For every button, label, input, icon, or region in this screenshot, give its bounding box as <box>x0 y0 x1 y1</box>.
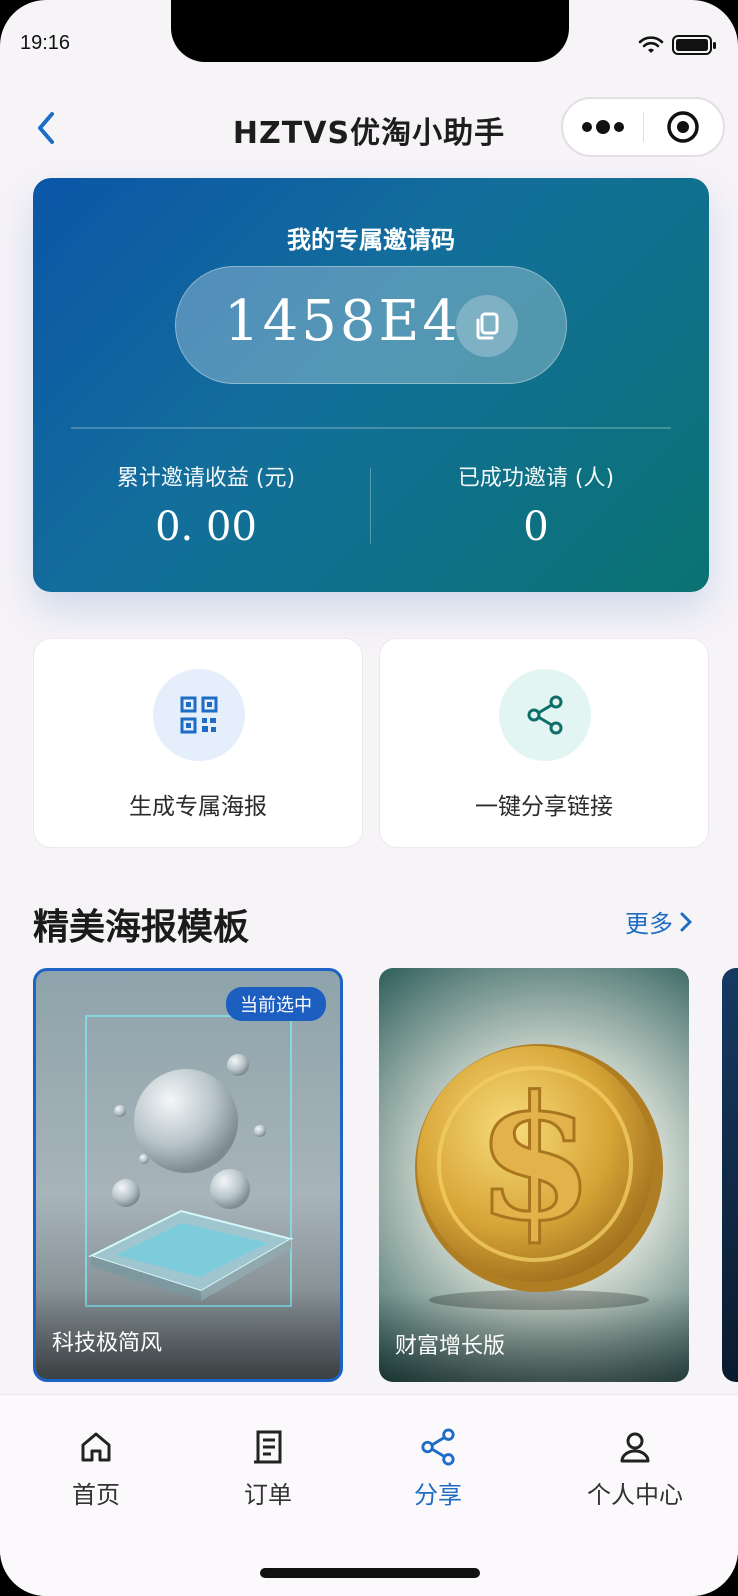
stat-invited-value: 0 <box>523 504 549 550</box>
action-icon-bg <box>153 669 245 761</box>
tab-home-label: 首页 <box>72 1481 120 1509</box>
template-card-tech[interactable]: 当前选中 科技极简风 <box>33 968 343 1382</box>
share-link-label: 一键分享链接 <box>475 794 613 820</box>
selected-badge: 当前选中 <box>226 987 326 1021</box>
copy-code-button[interactable] <box>456 295 518 357</box>
invite-card-title: 我的专属邀请码 <box>287 226 455 254</box>
more-label: 更多 <box>625 910 673 938</box>
tab-profile-label: 个人中心 <box>587 1481 683 1509</box>
more-dots-icon <box>581 120 624 134</box>
template-name: 财富增长版 <box>395 1334 506 1359</box>
tab-profile[interactable]: 个人中心 <box>560 1425 710 1510</box>
invite-code-card: 我的专属邀请码 1458E4 累计邀请收益 (元) 0. 00 已成功邀请 (人… <box>33 178 709 592</box>
stat-invited-label: 已成功邀请 (人) <box>457 466 615 491</box>
mini-program-capsule <box>561 97 725 157</box>
stat-earnings-label: 累计邀请收益 (元) <box>116 466 296 491</box>
user-icon <box>620 1432 650 1463</box>
invite-code-pill: 1458E4 <box>175 266 567 384</box>
tab-share-label: 分享 <box>414 1481 462 1509</box>
tab-orders-label: 订单 <box>244 1481 292 1509</box>
status-time: 19:16 <box>20 32 71 54</box>
stat-invited: 已成功邀请 (人) 0 <box>371 460 701 550</box>
generate-poster-label: 生成专属海报 <box>129 794 267 820</box>
phone-screen: 19:16 HZTVS优淘小助手 我的专属邀请码 1458E4 累计邀请收益 (… <box>0 0 738 1596</box>
templates-section-title: 精美海报模板 <box>33 907 250 948</box>
stat-earnings-value: 0. 00 <box>155 504 257 550</box>
more-menu-button[interactable] <box>563 99 643 155</box>
invite-code: 1458E4 <box>224 289 462 354</box>
card-divider <box>71 427 671 429</box>
notch <box>171 0 569 62</box>
close-mini-program-button[interactable] <box>644 99 724 155</box>
tab-home[interactable]: 首页 <box>21 1425 171 1510</box>
qrcode-icon <box>180 696 218 734</box>
generate-poster-button[interactable]: 生成专属海报 <box>33 638 363 848</box>
svg-text:$: $ <box>476 1059 594 1259</box>
share-icon <box>421 1428 455 1466</box>
chevron-right-icon <box>680 912 692 931</box>
bottom-tab-bar: 首页 订单 分享 个人中心 <box>0 1394 738 1596</box>
copy-icon <box>476 312 499 340</box>
target-circle-icon <box>667 111 699 143</box>
tab-share[interactable]: 分享 <box>363 1425 513 1510</box>
receipt-icon <box>254 1430 282 1464</box>
battery-icon <box>672 35 716 55</box>
template-card-wealth[interactable]: $ 财富增长版 <box>379 968 689 1382</box>
status-icons <box>638 34 718 56</box>
stat-earnings: 累计邀请收益 (元) 0. 00 <box>41 460 371 550</box>
share-link-button[interactable]: 一键分享链接 <box>379 638 709 848</box>
home-icon <box>81 1432 111 1462</box>
action-icon-bg <box>499 669 591 761</box>
home-indicator <box>260 1568 480 1578</box>
more-templates-link[interactable]: 更多 <box>625 904 693 939</box>
tab-orders[interactable]: 订单 <box>193 1425 343 1510</box>
template-card-partial[interactable] <box>722 968 738 1382</box>
share-icon <box>527 695 563 735</box>
template-name: 科技极简风 <box>52 1331 163 1356</box>
wifi-icon <box>638 36 664 53</box>
